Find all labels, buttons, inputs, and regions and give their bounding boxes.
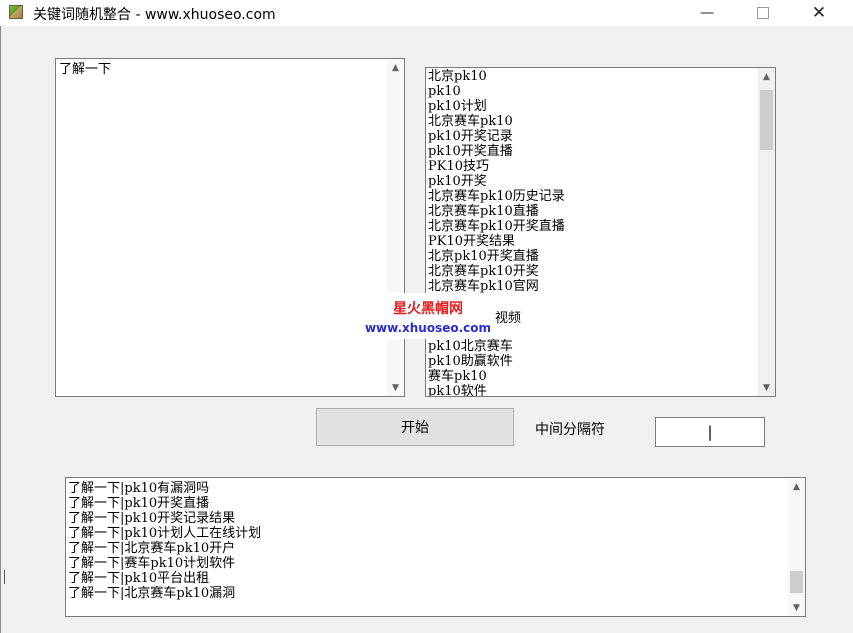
app-icon	[9, 5, 23, 19]
watermark-url: www.xhuoseo.com	[364, 321, 492, 335]
list-item: 北京赛车pk10开奖	[428, 264, 539, 279]
maximize-button[interactable]	[740, 0, 786, 26]
list-item: 了解一下|pk10平台出租	[68, 571, 210, 586]
list-item: PK10开奖结果	[428, 234, 516, 249]
list-item: 了解一下|赛车pk10计划软件	[68, 556, 236, 571]
minimize-icon: —	[700, 5, 714, 21]
keyword-list-scroll-thumb[interactable]	[760, 90, 773, 150]
window-title: 关键词随机整合 - www.xhuoseo.com	[33, 7, 276, 23]
list-item: pk10	[428, 84, 461, 99]
title-bar[interactable]: 关键词随机整合 - www.xhuoseo.com — ✕	[0, 0, 853, 26]
keyword-list-scrollbar[interactable]: ▲ ▼	[758, 68, 775, 396]
result-scrollbar[interactable]: ▲ ▼	[788, 478, 805, 616]
scroll-down-arrow-icon[interactable]: ▼	[758, 379, 775, 396]
watermark-title: 星火黑帽网	[393, 301, 463, 317]
list-item: 北京pk10	[428, 69, 487, 84]
scroll-down-arrow-icon[interactable]: ▼	[387, 379, 404, 396]
list-item: pk10开奖直播	[428, 144, 513, 159]
result-lines: 了解一下|pk10有漏洞吗 了解一下|pk10开奖直播 了解一下|pk10开奖记录结…	[68, 481, 261, 601]
prefix-keywords-input[interactable]: 了解一下 ▲ ▼	[55, 58, 405, 397]
list-item: 北京赛车pk10开奖直播	[428, 219, 565, 234]
list-item: 了解一下|pk10开奖直播	[68, 496, 210, 511]
separator-label: 中间分隔符	[535, 422, 605, 438]
separator-input[interactable]: |	[655, 417, 765, 447]
result-scroll-thumb[interactable]	[790, 571, 803, 593]
scroll-down-arrow-icon[interactable]: ▼	[788, 599, 805, 616]
prefix-keywords-scrollbar[interactable]: ▲ ▼	[387, 59, 404, 396]
prefix-keywords-text: 了解一下	[59, 62, 112, 77]
list-item: 了解一下|北京赛车pk10开户	[68, 541, 236, 556]
keyword-list-input[interactable]: 北京pk10 pk10 pk10计划 北京赛车pk10 pk10开奖记录 pk10开奖直播…	[425, 67, 776, 397]
close-icon: ✕	[811, 3, 827, 23]
scroll-up-arrow-icon[interactable]: ▲	[387, 59, 404, 76]
list-item: 了解一下|pk10开奖记录结果	[68, 511, 236, 526]
list-item: pk10北京赛车	[428, 339, 513, 354]
scroll-up-arrow-icon[interactable]: ▲	[788, 478, 805, 495]
list-item: 北京赛车pk10直播	[428, 204, 539, 219]
minimize-button[interactable]: —	[684, 0, 730, 26]
maximize-icon	[757, 7, 769, 19]
keyword-line-fragment: 视频	[495, 311, 522, 326]
list-item: 了解一下|北京赛车pk10漏洞	[68, 586, 236, 601]
list-item: 北京赛车pk10历史记录	[428, 189, 565, 204]
window-edge	[0, 570, 5, 584]
list-item: pk10计划	[428, 99, 487, 114]
watermark: 星火黑帽网 www.xhuoseo.com	[363, 293, 493, 339]
list-item: 北京pk10开奖直播	[428, 249, 539, 264]
list-item: pk10开奖	[428, 174, 487, 189]
list-item: pk10开奖记录	[428, 129, 513, 144]
list-item: 了解一下|pk10有漏洞吗	[68, 481, 210, 496]
scroll-up-arrow-icon[interactable]: ▲	[758, 68, 775, 85]
start-button[interactable]: 开始	[316, 408, 514, 446]
list-item: 了解一下|pk10计划人工在线计划	[68, 526, 262, 541]
list-item: pk10助赢软件	[428, 354, 513, 369]
result-output[interactable]: 了解一下|pk10有漏洞吗 了解一下|pk10开奖直播 了解一下|pk10开奖记录结…	[65, 477, 806, 617]
list-item: PK10技巧	[428, 159, 490, 174]
keyword-list-lines: 北京pk10 pk10 pk10计划 北京赛车pk10 pk10开奖记录 pk10开奖直播…	[428, 69, 565, 397]
list-item: 赛车pk10	[428, 369, 487, 384]
close-button[interactable]: ✕	[796, 0, 842, 26]
list-item: pk10软件	[428, 384, 487, 397]
list-item: 北京赛车pk10官网	[428, 279, 539, 294]
list-item: 北京赛车pk10	[428, 114, 513, 129]
